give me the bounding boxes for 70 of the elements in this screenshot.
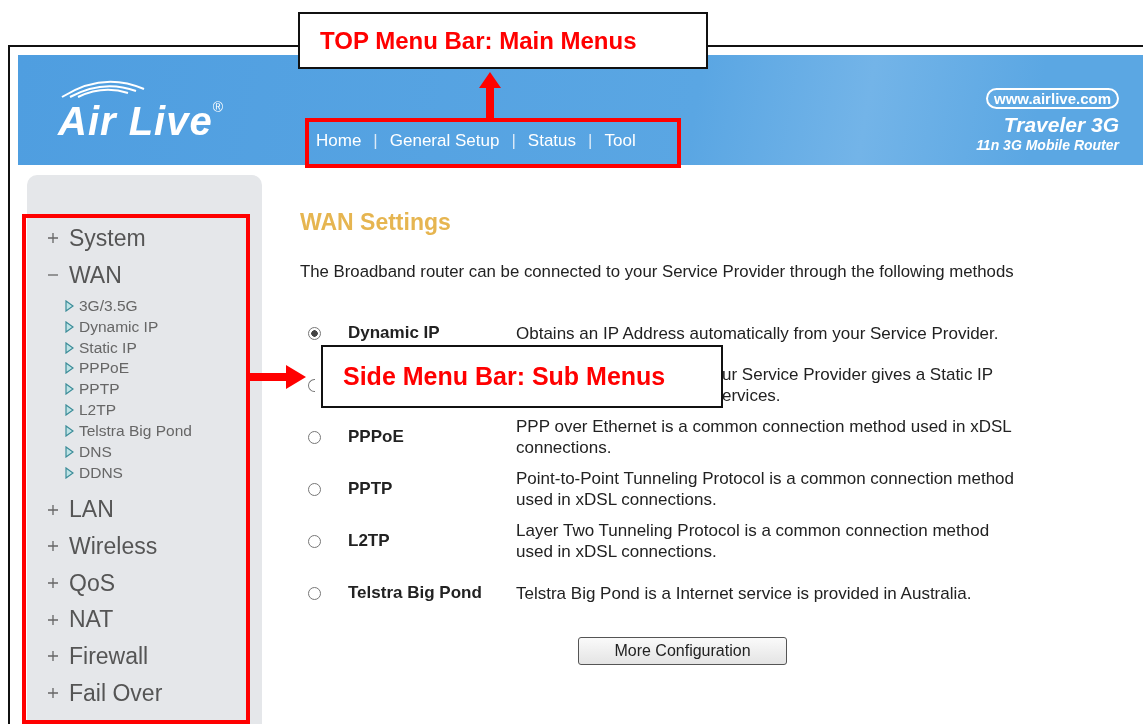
sidebar-item[interactable]: QoS [69,569,116,597]
sidebar-item[interactable]: Fail Over [69,679,163,707]
sidebar-item[interactable]: LAN [69,496,114,524]
option-label: PPPoE [348,427,405,447]
arrow-up-icon [479,72,501,118]
intro-text: The Broadband router can be connected to your Service Provider through the following methods [300,262,1015,282]
sidebar-item[interactable]: Firewall [69,643,149,670]
sidebar-subitem[interactable]: DNS [79,443,112,462]
nav-link[interactable]: General Setup [389,131,500,151]
plus-icon[interactable] [47,687,59,700]
option-description: Obtains an IP Address automatically from your Service Provider. [516,322,1000,344]
plus-icon[interactable] [47,577,59,590]
radio-button[interactable] [308,326,321,340]
triangle-icon [65,404,74,417]
sidebar-item[interactable]: WAN [69,261,122,289]
option-label: PPTP [348,479,394,499]
arrow-right-icon [249,365,306,389]
triangle-icon [65,446,74,459]
triangle-icon [65,320,74,333]
sidebar-subitem[interactable]: 3G/3.5G [79,296,138,315]
triangle-icon [65,341,74,354]
sidebar-subitem[interactable]: Dynamic IP [79,317,159,336]
option-description: Point-to-Point Tunneling Protocol is a common connection method used in xDSL connections. [516,468,1015,510]
product-subtitle: 11n 3G Mobile Router [976,137,1119,153]
sidebar-subitem[interactable]: L2TP [79,401,117,420]
sidebar-subitem[interactable]: Telstra Big Pond [79,422,192,441]
plus-icon[interactable] [47,503,59,516]
nav-separator: | [511,131,516,151]
nav-separator: | [588,131,593,151]
callout-label: Side Menu Bar: Sub Menus [321,345,723,408]
triangle-icon [65,299,74,312]
page-title: WAN Settings [300,208,452,237]
product-name: Traveler 3G [1003,113,1119,137]
plus-icon[interactable] [47,540,59,553]
option-description: ervices. [722,385,782,406]
nav-separator: | [373,131,378,151]
radio-button[interactable] [308,482,321,496]
sidebar-item[interactable]: NAT [69,606,114,634]
logo-text: Air Live [58,98,213,143]
option-label: Dynamic IP [348,323,441,343]
triangle-icon [65,466,74,479]
plus-icon[interactable] [47,650,59,663]
radio-button[interactable] [308,586,321,600]
radio-button[interactable] [308,534,321,548]
option-description: Telstra Big Pond is a Internet service is provided in Australia. [516,582,973,604]
nav-link[interactable]: Status [527,131,577,151]
sidebar-item[interactable]: Wireless [69,532,158,560]
more-configuration-button[interactable]: More Configuration [578,637,787,665]
radio-button[interactable] [308,430,321,444]
sidebar-subitem[interactable]: PPPoE [79,359,129,378]
sidebar-subitem[interactable]: Static IP [79,338,137,357]
nav-link[interactable]: Home [316,131,362,151]
triangle-icon [65,425,74,438]
nav-link[interactable]: Tool [604,131,636,151]
option-description: Layer Two Tunneling Protocol is a common connection method used in xDSL connections. [516,520,991,562]
sidebar-item[interactable]: System [69,224,146,252]
sidebar-subitem[interactable]: PPTP [79,380,120,399]
option-label: Telstra Big Pond [348,583,483,603]
option-label: L2TP [348,531,391,551]
triangle-icon [65,383,74,396]
sidebar-subitem[interactable]: DDNS [79,463,123,482]
triangle-icon [65,362,74,375]
option-description: PPP over Ethernet is a common connection method used in xDSL connections. [516,416,1013,458]
plus-icon[interactable] [47,613,59,626]
registered-mark: ® [212,98,224,115]
callout-label: TOP Menu Bar: Main Menus [298,12,708,69]
plus-icon[interactable] [47,232,59,245]
option-description: ur Service Provider gives a Static IP [722,364,995,385]
radio-button[interactable] [308,378,315,392]
website-label: www.airlive.com [986,88,1119,109]
